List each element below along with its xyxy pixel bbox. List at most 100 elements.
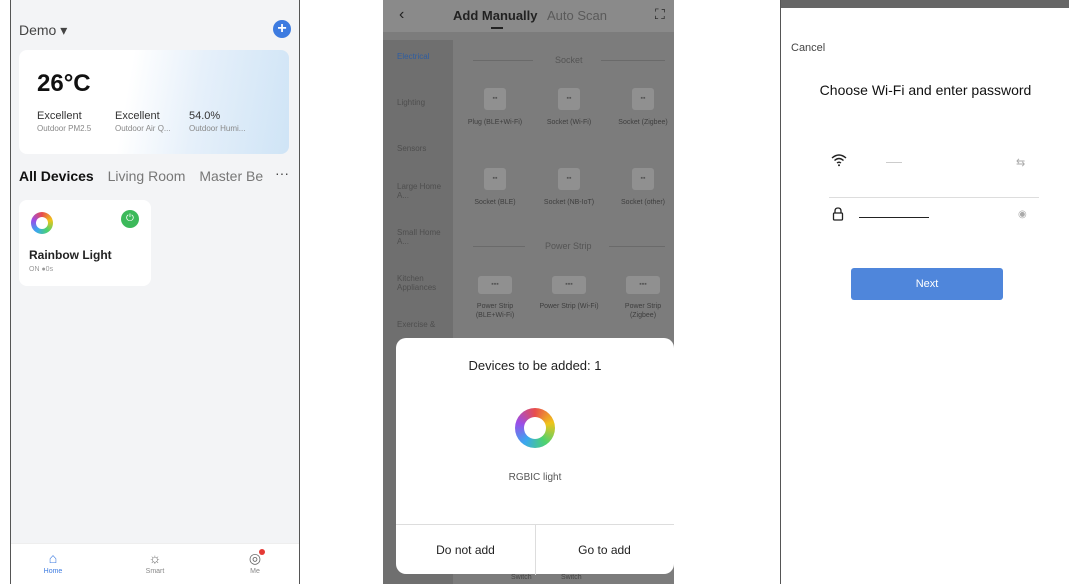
device-name: Rainbow Light xyxy=(29,248,112,262)
switch-network-icon[interactable]: ⇆ xyxy=(1016,156,1025,169)
category-item[interactable]: Electrical xyxy=(397,52,453,61)
back-icon[interactable]: ‹ xyxy=(399,6,404,24)
device-type-item[interactable]: ▪▪▪ Power Strip (Wi-Fi) xyxy=(539,276,599,311)
device-card[interactable]: ⏻ Rainbow Light ON ●0s xyxy=(19,200,151,286)
tab-master-bedroom[interactable]: Master Be xyxy=(199,168,263,184)
divider xyxy=(829,197,1039,198)
device-type-label: Power Strip (BLE+Wi-Fi) xyxy=(475,303,515,319)
wifi-name-field[interactable] xyxy=(886,162,902,163)
home-screen: Demo ▾ + 26°C Excellent Outdoor PM2.5 Ex… xyxy=(10,0,300,584)
bottom-peek-label: Switch xyxy=(511,574,532,581)
device-type-label: Power Strip (Wi-Fi) xyxy=(539,303,599,310)
metric-label: Outdoor PM2.5 xyxy=(37,124,92,133)
category-item[interactable]: Lighting xyxy=(397,98,453,107)
divider xyxy=(609,246,665,247)
page-title: Choose Wi-Fi and enter password xyxy=(819,82,1032,98)
device-type-label: Socket (other) xyxy=(621,199,665,206)
top-bar xyxy=(781,0,1069,8)
metric-air-quality: Excellent Outdoor Air Q... xyxy=(115,110,171,133)
device-type-item[interactable]: ▪▪ Socket (BLE) xyxy=(465,168,525,207)
metric-label: Outdoor Humi... xyxy=(189,124,246,133)
socket-icon: ▪▪ xyxy=(558,88,580,110)
device-type-label: Socket (NB-IoT) xyxy=(543,199,595,206)
category-item[interactable]: Sensors xyxy=(397,144,453,153)
tab-all-devices[interactable]: All Devices xyxy=(19,168,94,184)
category-item[interactable]: Small Home A... xyxy=(397,228,453,246)
power-strip-icon: ▪▪▪ xyxy=(478,276,512,294)
divider xyxy=(473,246,525,247)
socket-icon: ▪▪ xyxy=(632,168,654,190)
nav-me[interactable]: ◎ Me xyxy=(235,549,275,575)
divider xyxy=(601,60,665,61)
scan-icon[interactable]: ⛶ xyxy=(655,6,665,23)
device-type-item[interactable]: ▪▪▪ Power Strip (Zigbee) xyxy=(613,276,673,320)
socket-icon: ▪▪ xyxy=(558,168,580,190)
notification-dot xyxy=(259,549,265,555)
device-type-item[interactable]: ▪▪ Socket (other) xyxy=(613,168,673,207)
temperature: 26°C xyxy=(37,70,91,97)
wifi-setup-screen: Cancel Choose Wi-Fi and enter password ⇆… xyxy=(780,0,1069,584)
category-item[interactable]: Kitchen Appliances xyxy=(397,274,453,292)
power-strip-icon: ▪▪▪ xyxy=(552,276,586,294)
device-type-item[interactable]: ▪▪ Socket (Zigbee) xyxy=(613,88,673,127)
power-icon[interactable]: ⏻ xyxy=(121,210,139,228)
device-type-label: Plug (BLE+Wi-Fi) xyxy=(467,119,523,126)
cancel-button[interactable]: Cancel xyxy=(791,42,825,54)
add-device-screen: ‹ Add Manually Auto Scan ⛶ Electrical Li… xyxy=(383,0,674,584)
dialog-buttons: Do not add Go to add xyxy=(396,524,674,575)
section-title-power-strip: Power Strip xyxy=(545,241,592,251)
home-selector[interactable]: Demo ▾ xyxy=(19,22,67,39)
eye-icon[interactable]: ◉ xyxy=(1018,209,1027,220)
socket-icon: ▪▪ xyxy=(632,88,654,110)
category-item[interactable]: Exercise & xyxy=(397,320,453,329)
device-type-label: Socket (Wi-Fi) xyxy=(546,119,592,126)
rainbow-ring-icon xyxy=(31,212,53,234)
socket-icon: ▪▪ xyxy=(484,168,506,190)
active-tab-indicator xyxy=(491,27,503,29)
device-type-label: Socket (Zigbee) xyxy=(618,119,668,126)
nav-label: Me xyxy=(250,568,260,575)
device-type-item[interactable]: ▪▪ Socket (Wi-Fi) xyxy=(539,88,599,127)
more-tabs-icon[interactable]: ··· xyxy=(275,165,289,181)
category-item[interactable]: Large Home A... xyxy=(397,182,453,200)
rgbic-light-icon xyxy=(515,408,555,448)
socket-icon: ▪▪ xyxy=(484,88,506,110)
divider xyxy=(473,60,533,61)
next-button[interactable]: Next xyxy=(851,268,1003,300)
device-type-label: Socket (BLE) xyxy=(474,199,516,206)
metric-pm25: Excellent Outdoor PM2.5 xyxy=(37,110,91,133)
weather-card: 26°C Excellent Outdoor PM2.5 Excellent O… xyxy=(19,50,289,154)
device-status: ON ●0s xyxy=(29,266,54,273)
sun-icon: ☼ xyxy=(148,550,162,566)
nav-label: Smart xyxy=(145,568,165,575)
section-title-socket: Socket xyxy=(555,55,583,65)
device-type-item[interactable]: ▪▪ Socket (NB-IoT) xyxy=(539,168,599,207)
go-to-add-button[interactable]: Go to add xyxy=(535,525,674,575)
devices-to-add-dialog: Devices to be added: 1 RGBIC light Do no… xyxy=(396,338,674,575)
lock-icon xyxy=(831,207,845,224)
password-field[interactable] xyxy=(859,217,929,218)
metric-value: Excellent xyxy=(37,110,82,122)
plus-circle-icon[interactable]: + xyxy=(273,20,291,38)
bottom-peek-label: Switch xyxy=(561,574,582,581)
wifi-icon xyxy=(831,153,847,170)
home-icon: ⌂ xyxy=(48,550,58,566)
room-tabs: All Devices Living Room Master Be xyxy=(19,168,273,184)
metric-label: Outdoor Air Q... xyxy=(115,124,171,133)
dialog-title: Devices to be added: 1 xyxy=(468,358,602,373)
device-type-label: Power Strip (Zigbee) xyxy=(624,303,662,319)
tab-living-room[interactable]: Living Room xyxy=(108,168,186,184)
bottom-nav: ⌂ Home ☼ Smart ◎ Me xyxy=(11,543,299,584)
nav-smart[interactable]: ☼ Smart xyxy=(135,550,175,575)
nav-home[interactable]: ⌂ Home xyxy=(33,550,73,575)
metric-value: Excellent xyxy=(115,110,160,122)
tab-auto-scan[interactable]: Auto Scan xyxy=(547,8,607,23)
device-type-item[interactable]: ▪▪▪ Power Strip (BLE+Wi-Fi) xyxy=(465,276,525,320)
person-icon: ◎ xyxy=(248,550,262,566)
do-not-add-button[interactable]: Do not add xyxy=(396,525,536,575)
dialog-device-name: RGBIC light xyxy=(508,472,562,483)
device-type-item[interactable]: ▪▪ Plug (BLE+Wi-Fi) xyxy=(465,88,525,127)
power-strip-icon: ▪▪▪ xyxy=(626,276,660,294)
tab-add-manually[interactable]: Add Manually xyxy=(453,8,538,23)
nav-label: Home xyxy=(43,568,63,575)
